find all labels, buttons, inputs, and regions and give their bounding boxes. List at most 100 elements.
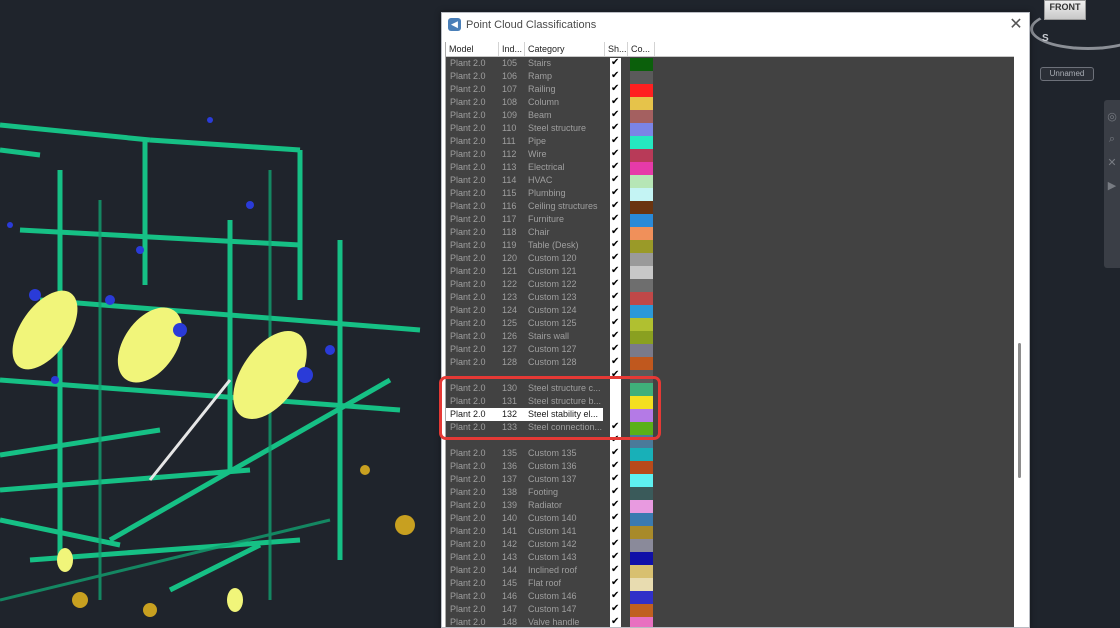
table-row[interactable]: Plant 2.0 141 Custom 141 ✔ xyxy=(446,525,1014,539)
cell-category[interactable]: Steel structure xyxy=(525,122,603,135)
table-row[interactable]: Plant 2.0 122 Custom 122 ✔ xyxy=(446,278,1014,292)
cell-category[interactable]: Column xyxy=(525,96,603,109)
cell-category[interactable]: Custom 137 xyxy=(525,473,603,486)
cell-index: 142 xyxy=(502,539,518,549)
orbit-icon[interactable]: ✕ xyxy=(1104,156,1120,169)
navigation-bar[interactable]: ◎ ⌕ ✕ ▶ xyxy=(1104,100,1120,268)
table-row[interactable]: Plant 2.0 105 Stairs ✔ xyxy=(446,57,1014,71)
cell-category[interactable]: Stairs xyxy=(525,57,603,70)
table-row[interactable]: Plant 2.0 147 Custom 147 ✔ xyxy=(446,603,1014,617)
table-row[interactable]: Plant 2.0 136 Custom 136 ✔ xyxy=(446,460,1014,474)
showmotion-icon[interactable]: ▶ xyxy=(1104,179,1120,192)
cell-category[interactable]: Beam xyxy=(525,109,603,122)
checkmark-icon: ✔ xyxy=(611,123,620,133)
column-header-index[interactable]: Ind... xyxy=(499,42,525,56)
cell-category[interactable]: Custom 142 xyxy=(525,538,603,551)
cell-category[interactable]: Chair xyxy=(525,226,603,239)
column-header-model[interactable]: Model xyxy=(446,42,499,56)
table-row[interactable]: Plant 2.0 124 Custom 124 ✔ xyxy=(446,304,1014,318)
vertical-scrollbar[interactable] xyxy=(1016,57,1026,627)
table-row[interactable]: Plant 2.0 110 Steel structure ✔ xyxy=(446,122,1014,136)
table-row[interactable]: Plant 2.0 115 Plumbing ✔ xyxy=(446,187,1014,201)
cell-category[interactable]: Custom 143 xyxy=(525,551,603,564)
table-row[interactable]: Plant 2.0 121 Custom 121 ✔ xyxy=(446,265,1014,279)
column-header-category[interactable]: Category xyxy=(525,42,605,56)
cell-category[interactable]: Wire xyxy=(525,148,603,161)
cell-category[interactable]: Custom 147 xyxy=(525,603,603,616)
cell-category[interactable]: Radiator xyxy=(525,499,603,512)
table-row[interactable]: Plant 2.0 118 Chair ✔ xyxy=(446,226,1014,240)
table-row[interactable]: Plant 2.0 127 Custom 127 ✔ xyxy=(446,343,1014,357)
cell-model: Plant 2.0 xyxy=(450,591,486,601)
cell-category[interactable]: Custom 125 xyxy=(525,317,603,330)
cell-category[interactable]: HVAC xyxy=(525,174,603,187)
table-row[interactable]: Plant 2.0 116 Ceiling structures ✔ xyxy=(446,200,1014,214)
table-row[interactable]: Plant 2.0 145 Flat roof ✔ xyxy=(446,577,1014,591)
cell-index: 127 xyxy=(502,344,518,354)
table-row[interactable]: Plant 2.0 117 Furniture ✔ xyxy=(446,213,1014,227)
cell-category[interactable]: Custom 127 xyxy=(525,343,603,356)
table-row[interactable]: Plant 2.0 148 Valve handle ✔ xyxy=(446,616,1014,627)
cell-category[interactable]: Flat roof xyxy=(525,577,603,590)
table-row[interactable]: Plant 2.0 140 Custom 140 ✔ xyxy=(446,512,1014,526)
table-row[interactable]: Plant 2.0 119 Table (Desk) ✔ xyxy=(446,239,1014,253)
table-row[interactable]: Plant 2.0 144 Inclined roof ✔ xyxy=(446,564,1014,578)
table-row[interactable]: Plant 2.0 138 Footing ✔ xyxy=(446,486,1014,500)
cell-category[interactable]: Custom 123 xyxy=(525,291,603,304)
cell-category[interactable]: Custom 146 xyxy=(525,590,603,603)
table-row[interactable]: Plant 2.0 112 Wire ✔ xyxy=(446,148,1014,162)
cell-category[interactable]: Custom 128 xyxy=(525,356,603,369)
cell-category[interactable]: Ramp xyxy=(525,70,603,83)
cell-category[interactable]: Electrical xyxy=(525,161,603,174)
viewcube[interactable]: FRONT S xyxy=(1030,0,1120,50)
cell-category[interactable]: Inclined roof xyxy=(525,564,603,577)
cell-category[interactable]: Custom 140 xyxy=(525,512,603,525)
table-row[interactable]: Plant 2.0 135 Custom 135 ✔ xyxy=(446,447,1014,461)
table-row[interactable]: Plant 2.0 126 Stairs wall ✔ xyxy=(446,330,1014,344)
cell-category[interactable]: Custom 135 xyxy=(525,447,603,460)
table-row[interactable]: Plant 2.0 123 Custom 123 ✔ xyxy=(446,291,1014,305)
column-header-color[interactable]: Co... xyxy=(628,42,655,56)
viewcube-front-face[interactable]: FRONT xyxy=(1044,0,1086,20)
dialog-titlebar[interactable]: ◀ Point Cloud Classifications ✕ xyxy=(442,13,1029,39)
cell-category[interactable]: Custom 122 xyxy=(525,278,603,291)
table-row[interactable]: Plant 2.0 108 Column ✔ xyxy=(446,96,1014,110)
zoom-icon[interactable]: ⌕ xyxy=(1104,133,1120,146)
close-button[interactable]: ✕ xyxy=(1008,16,1024,34)
cell-category[interactable]: Ceiling structures xyxy=(525,200,603,213)
table-row[interactable]: Plant 2.0 107 Railing ✔ xyxy=(446,83,1014,97)
table-row[interactable]: Plant 2.0 143 Custom 143 ✔ xyxy=(446,551,1014,565)
cell-category[interactable]: Plumbing xyxy=(525,187,603,200)
table-row[interactable]: Plant 2.0 128 Custom 128 ✔ xyxy=(446,356,1014,370)
cell-category[interactable]: Footing xyxy=(525,486,603,499)
cell-category[interactable]: Table (Desk) xyxy=(525,239,603,252)
cell-category[interactable]: Custom 120 xyxy=(525,252,603,265)
table-row[interactable]: Plant 2.0 111 Pipe ✔ xyxy=(446,135,1014,149)
cell-category[interactable]: Valve handle xyxy=(525,616,603,627)
table-row[interactable]: Plant 2.0 137 Custom 137 ✔ xyxy=(446,473,1014,487)
checkmark-icon: ✔ xyxy=(611,201,620,211)
table-row[interactable]: Plant 2.0 114 HVAC ✔ xyxy=(446,174,1014,188)
named-view-dropdown[interactable]: Unnamed xyxy=(1040,67,1094,81)
cell-category[interactable]: Stairs wall xyxy=(525,330,603,343)
cell-category[interactable]: Custom 141 xyxy=(525,525,603,538)
table-row[interactable]: Plant 2.0 125 Custom 125 ✔ xyxy=(446,317,1014,331)
pan-icon[interactable]: ◎ xyxy=(1104,110,1120,123)
table-row[interactable]: Plant 2.0 113 Electrical ✔ xyxy=(446,161,1014,175)
cell-category[interactable]: Railing xyxy=(525,83,603,96)
cell-category[interactable]: Custom 121 xyxy=(525,265,603,278)
table-row[interactable]: Plant 2.0 139 Radiator ✔ xyxy=(446,499,1014,513)
checkmark-icon: ✔ xyxy=(611,97,620,107)
table-row[interactable]: Plant 2.0 120 Custom 120 ✔ xyxy=(446,252,1014,266)
cell-category[interactable]: Custom 124 xyxy=(525,304,603,317)
scrollbar-thumb[interactable] xyxy=(1018,343,1021,478)
cell-model: Plant 2.0 xyxy=(450,487,486,497)
cell-category[interactable]: Custom 136 xyxy=(525,460,603,473)
table-row[interactable]: Plant 2.0 146 Custom 146 ✔ xyxy=(446,590,1014,604)
cell-category[interactable]: Pipe xyxy=(525,135,603,148)
table-row[interactable]: Plant 2.0 142 Custom 142 ✔ xyxy=(446,538,1014,552)
cell-category[interactable]: Furniture xyxy=(525,213,603,226)
column-header-show[interactable]: Sh... xyxy=(605,42,628,56)
table-row[interactable]: Plant 2.0 109 Beam ✔ xyxy=(446,109,1014,123)
table-row[interactable]: Plant 2.0 106 Ramp ✔ xyxy=(446,70,1014,84)
